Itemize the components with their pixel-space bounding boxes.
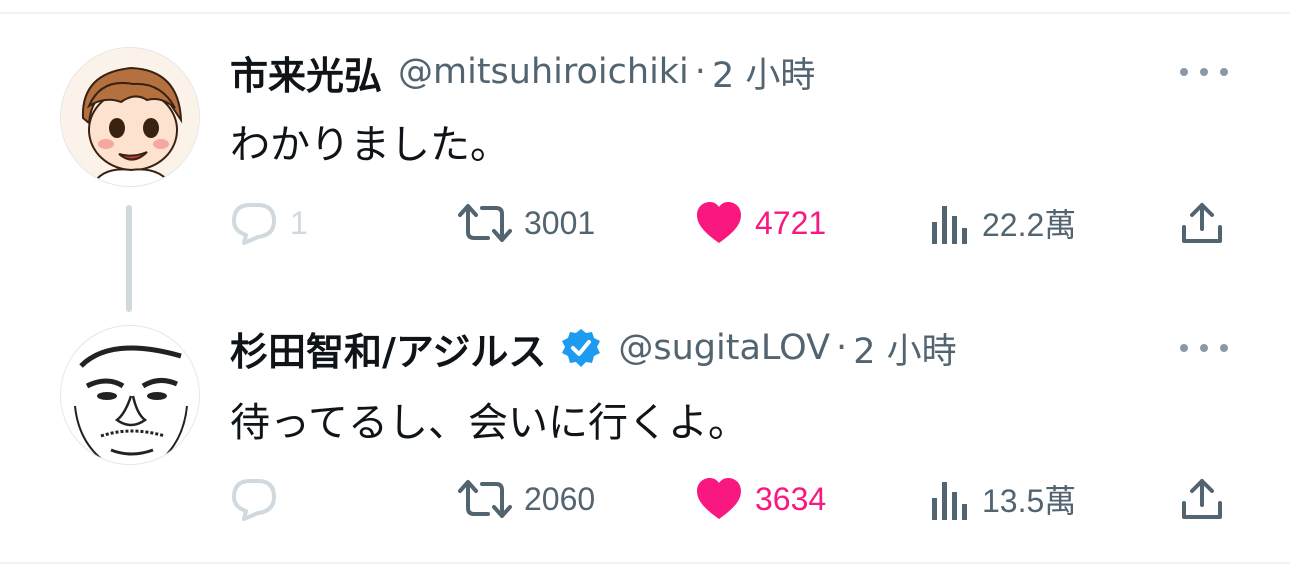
tweet-text: 待ってるし、会いに行くよ。 [230, 400, 748, 446]
retweet-button[interactable]: 2060 [458, 474, 595, 524]
action-bar: 1 3001 4721 22.2萬 [0, 198, 1290, 248]
user-handle[interactable]: @mitsuhiroichiki [398, 52, 689, 92]
timestamp[interactable]: 2 小時 [712, 47, 815, 98]
reply-icon [232, 203, 276, 245]
avatar-sugitaLOV[interactable] [60, 325, 200, 465]
share-button[interactable] [1180, 198, 1224, 248]
like-count: 3634 [755, 480, 827, 517]
display-name[interactable]: 杉田智和/アジルス [230, 321, 546, 376]
share-icon [1182, 479, 1222, 519]
heart-icon [697, 478, 741, 519]
reply-button[interactable]: 1 [230, 198, 308, 248]
share-button[interactable] [1180, 474, 1224, 524]
action-bar: 2060 3634 13.5萬 [0, 474, 1290, 524]
share-icon [1182, 203, 1222, 243]
heart-icon [697, 202, 741, 243]
avatar-mitsuhiroichiki[interactable] [60, 47, 200, 187]
tweet-header: 杉田智和/アジルス @sugitaLOV · 2 小時 [230, 318, 957, 378]
separator: · [694, 52, 706, 92]
verified-badge-icon [562, 329, 601, 367]
tweet-header: 市来光弘 @mitsuhiroichiki · 2 小時 [230, 42, 815, 102]
user-handle[interactable]: @sugitaLOV [618, 328, 830, 368]
retweet-count: 2060 [524, 480, 596, 517]
bottom-divider [0, 562, 1290, 564]
views-count: 22.2萬 [982, 207, 1077, 243]
views-count: 13.5萬 [982, 483, 1077, 519]
views-button[interactable]: 13.5萬 [930, 474, 1076, 524]
retweet-count: 3001 [524, 204, 596, 241]
views-icon [932, 206, 967, 244]
more-icon [1180, 344, 1188, 352]
tweet-text: わかりました。 [230, 122, 510, 168]
more-options-button[interactable] [1180, 62, 1228, 82]
views-icon [932, 482, 967, 520]
timestamp[interactable]: 2 小時 [853, 323, 956, 374]
separator: · [836, 328, 848, 368]
more-options-button[interactable] [1180, 338, 1228, 358]
reply-button[interactable] [230, 474, 290, 524]
retweet-button[interactable]: 3001 [458, 198, 595, 248]
top-divider [0, 12, 1290, 14]
more-icon [1180, 68, 1188, 76]
like-button[interactable]: 4721 [695, 198, 826, 248]
like-count: 4721 [755, 204, 827, 241]
reply-icon [232, 479, 276, 521]
retweet-icon [458, 204, 512, 242]
views-button[interactable]: 22.2萬 [930, 198, 1076, 248]
reply-count: 1 [290, 204, 308, 241]
display-name[interactable]: 市来光弘 [230, 45, 382, 100]
retweet-icon [458, 480, 512, 518]
like-button[interactable]: 3634 [695, 474, 826, 524]
